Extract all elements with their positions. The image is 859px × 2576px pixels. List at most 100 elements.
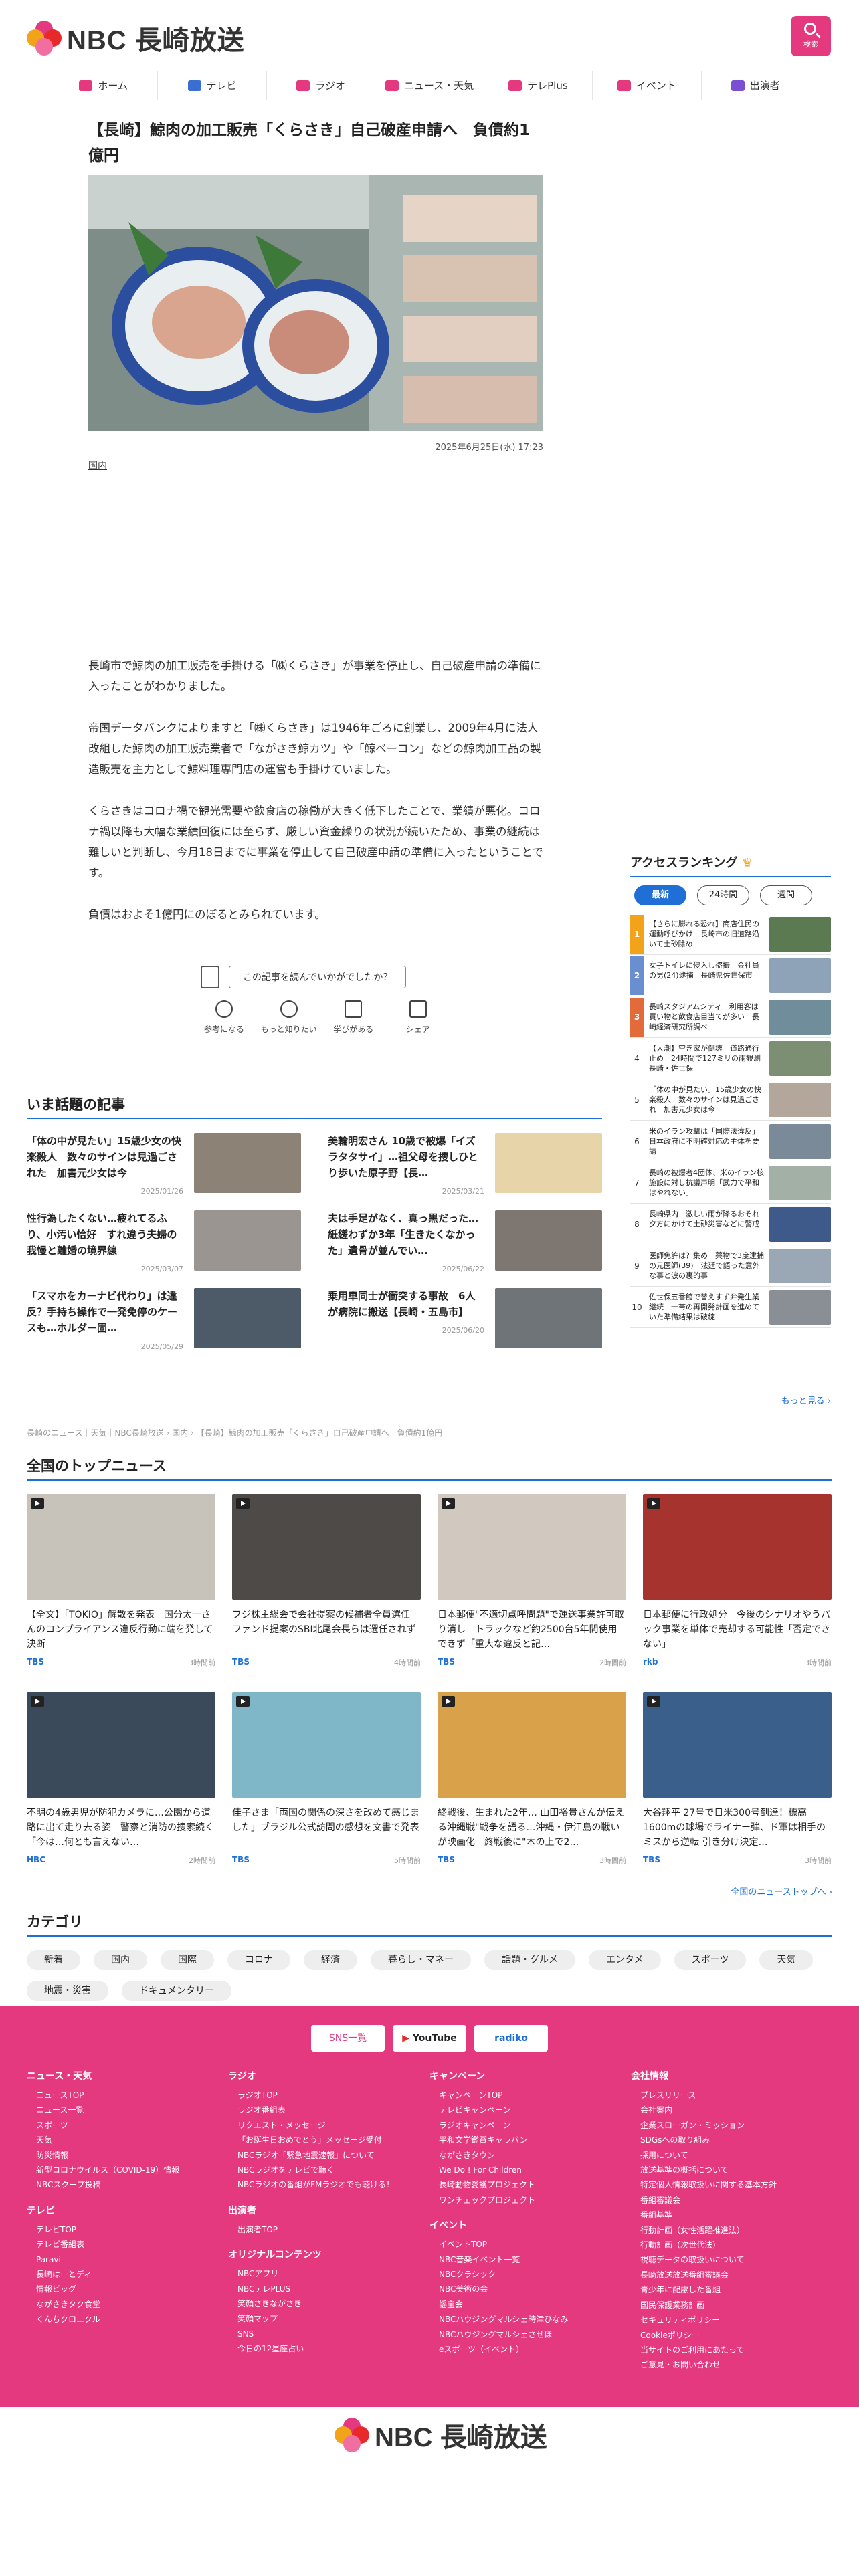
- footer-link[interactable]: 当サイトのご利用にあたって: [631, 2343, 832, 2357]
- footer-link[interactable]: 青少年に配慮した番組: [631, 2282, 832, 2297]
- topnews-card[interactable]: 大谷翔平 27号で日米300号到達！標高1600mの球場でライナー弾、ド軍は相手…: [643, 1692, 832, 1872]
- ranking-item[interactable]: 4 【大潮】空き家が倒壊 道路通行止め 24時間で127ミリの雨観測 長崎・佐世保: [630, 1038, 831, 1079]
- topnews-card[interactable]: 日本郵便に行政処分 今後のシナリオやうパック事業を単体で売却する可能性「否定でき…: [643, 1494, 832, 1675]
- footer-link[interactable]: NBCクラシック: [430, 2267, 631, 2282]
- footer-link[interactable]: 出演者TOP: [228, 2222, 430, 2237]
- share-button[interactable]: シェア: [388, 1000, 448, 1035]
- footer-link[interactable]: プレスリリース: [631, 2088, 832, 2103]
- footer-link[interactable]: 番組基準: [631, 2208, 832, 2222]
- footer-link[interactable]: 番組審議会: [631, 2193, 832, 2208]
- ranking-item[interactable]: 2 女子トイレに侵入し盗撮 会社員の男(24)逮捕 長崎県佐世保市: [630, 955, 831, 996]
- footer-link[interactable]: 今日の12星座占い: [228, 2341, 430, 2356]
- footer-link[interactable]: NBCラジオ「緊急地震速報」について: [228, 2148, 430, 2163]
- footer-link[interactable]: NBCアプリ: [228, 2266, 430, 2281]
- footer-link[interactable]: ラジオキャンペーン: [430, 2118, 631, 2133]
- all-news-link[interactable]: 全国のニューストップへ ›: [27, 1885, 832, 1897]
- footer-link[interactable]: ラジオ番組表: [228, 2103, 430, 2117]
- popular-item[interactable]: 夫は手足がなく、真っ黒だった…紙縒わずか3年「生きたくなかった」遺骨が並んでい……: [328, 1210, 602, 1277]
- category-chip[interactable]: 話題・グルメ: [484, 1950, 575, 1970]
- footer-link[interactable]: 会社案内: [631, 2103, 832, 2117]
- footer-link[interactable]: キャンペーンTOP: [430, 2088, 631, 2103]
- search-button[interactable]: 検索: [791, 16, 831, 56]
- tab-weekly[interactable]: 週間: [760, 885, 812, 905]
- category-chip[interactable]: エンタメ: [589, 1950, 661, 1970]
- footer-link[interactable]: 放送基準の概括について: [631, 2163, 832, 2177]
- footer-link[interactable]: We Do ! For Children: [430, 2163, 631, 2177]
- popular-item[interactable]: 美輪明宏さん 10歳で被爆「イズラタタサイ」…祖父母を捜しひとり歩いた原子野【長…: [328, 1133, 602, 1200]
- footer-link[interactable]: 国民保護業務計画: [631, 2298, 832, 2313]
- footer-link[interactable]: 長崎放送放送番組審議会: [631, 2268, 832, 2282]
- footer-link[interactable]: ながさきタク食堂: [27, 2297, 228, 2312]
- tab-24h[interactable]: 24時間: [697, 885, 749, 905]
- footer-link[interactable]: テレビ番組表: [27, 2237, 228, 2252]
- footer-link[interactable]: NBCハウジングマルシェ時津ひなみ: [430, 2312, 631, 2327]
- nav-teleplus[interactable]: テレPlus: [483, 71, 592, 100]
- footer-link[interactable]: テレビTOP: [27, 2222, 228, 2237]
- category-chip[interactable]: 国際: [161, 1950, 214, 1970]
- radiko-button[interactable]: radiko: [474, 2025, 548, 2052]
- ranking-item[interactable]: 10 佐世保五番館で替えすず弁発生業継続 一帯の再開発計画を進めていた準備結果は破…: [630, 1287, 831, 1328]
- footer-link[interactable]: SNS: [228, 2327, 430, 2341]
- footer-link[interactable]: 企業スローガン・ミッション: [631, 2118, 832, 2133]
- footer-link[interactable]: 笑顔さきながさき: [228, 2296, 430, 2311]
- popular-item[interactable]: 「スマホをカーナビ代わり」は違反？手持ち操作で一発免停のケースも…ホルダー固… 2…: [27, 1288, 301, 1355]
- breadcrumb[interactable]: 長崎のニュース｜天気｜NBC長崎放送 › 国内 › 【長崎】鯨肉の加工販売「くら…: [27, 1427, 442, 1438]
- nav-home[interactable]: ホーム: [50, 71, 157, 100]
- footer-link[interactable]: ご意見・お問い合わせ: [631, 2357, 832, 2372]
- footer-logo[interactable]: NBC 長崎放送: [335, 2416, 547, 2454]
- footer-link[interactable]: 平和文学鑑賞キャラバン: [430, 2133, 631, 2147]
- article-category-link[interactable]: 国内: [88, 459, 107, 472]
- footer-link[interactable]: 新型コロナウイルス（COVID-19）情報: [27, 2163, 228, 2177]
- ranking-item[interactable]: 1 【さらに膨れる恐れ】商店住民の運動呼びかけ 長崎市の旧道路沿いて土砂除め: [630, 914, 831, 955]
- footer-link[interactable]: 「お誕生日おめでとう」メッセージ受付: [228, 2133, 430, 2147]
- footer-link[interactable]: くんちクロニクル: [27, 2312, 228, 2327]
- ranking-item[interactable]: 5 「体の中が見たい」15歳少女の快楽殺人 数々のサインは見過ごされ 加害元少女は…: [630, 1079, 831, 1121]
- footer-link[interactable]: Cookieポリシー: [631, 2328, 832, 2343]
- footer-link[interactable]: NBC美術の会: [430, 2282, 631, 2296]
- ranking-item[interactable]: 6 米のイラン攻撃は「国際法違反」日本政府に不明確対応の主体を要請: [630, 1121, 831, 1162]
- ranking-item[interactable]: 7 長崎の被爆者4団体、米のイラン核施設に対し抗議声明「武力で平和はやれない」: [630, 1162, 831, 1204]
- ranking-more-link[interactable]: もっと見る ›: [630, 1394, 831, 1406]
- topnews-card[interactable]: 日本郵便"不適切点呼問題"で運送事業許可取り消し トラックなど約2500台5年間…: [438, 1494, 626, 1675]
- site-logo[interactable]: NBC 長崎放送: [27, 19, 245, 58]
- topnews-card[interactable]: フジ株主総会で会社提案の候補者全員選任 ファンド提案のSBI北尾会長らは選任され…: [232, 1494, 421, 1675]
- ranking-item[interactable]: 3 長崎スタジアムシティ 利用客は買い物と飲食店目当てが多い 長崎経済研究所調べ: [630, 996, 831, 1038]
- topnews-card[interactable]: 終戦後、生まれた2年… 山田裕貴さんが伝える沖縄戦"戦争を語る…沖縄・伊江島の戦…: [438, 1692, 626, 1872]
- footer-link[interactable]: 笑顔マップ: [228, 2311, 430, 2326]
- footer-link[interactable]: 視聴データの取扱いについて: [631, 2252, 832, 2267]
- footer-link[interactable]: 防災情報: [27, 2148, 228, 2163]
- popular-item[interactable]: 「体の中が見たい」15歳少女の快楽殺人 数々のサインは見過ごされた 加害元少女は…: [27, 1133, 301, 1200]
- nav-news-weather[interactable]: ニュース・天気: [375, 71, 483, 100]
- footer-link[interactable]: 行動計画（次世代法）: [631, 2238, 832, 2252]
- footer-link[interactable]: NBCテレPLUS: [228, 2282, 430, 2296]
- footer-link[interactable]: SDGsへの取り組み: [631, 2133, 832, 2147]
- nav-performers[interactable]: 出演者: [700, 71, 809, 100]
- youtube-button[interactable]: ▶ YouTube: [393, 2025, 466, 2052]
- topnews-card[interactable]: 佳子さま「両国の関係の深さを改めて感じました」ブラジル公式訪問の感想を文書で発表…: [232, 1692, 421, 1872]
- tab-latest[interactable]: 最新: [634, 885, 686, 905]
- category-chip[interactable]: スポーツ: [674, 1950, 747, 1970]
- footer-link[interactable]: 採用について: [631, 2148, 832, 2163]
- footer-link[interactable]: 長崎動物愛護プロジェクト: [430, 2177, 631, 2192]
- category-chip[interactable]: 経済: [304, 1950, 357, 1970]
- footer-link[interactable]: Paravi: [27, 2252, 228, 2267]
- category-chip[interactable]: 暮らし・マネー: [371, 1950, 471, 1970]
- footer-link[interactable]: ながさきタウン: [430, 2148, 631, 2163]
- topnews-card[interactable]: 不明の4歳男児が防犯カメラに…公園から道路に出て走り去る姿 警察と消防の捜索続く…: [27, 1692, 215, 1872]
- footer-link[interactable]: テレビキャンペーン: [430, 2103, 631, 2117]
- category-chip[interactable]: 新着: [27, 1950, 80, 1970]
- footer-link[interactable]: ニュース一覧: [27, 2103, 228, 2117]
- nav-event[interactable]: イベント: [592, 71, 700, 100]
- category-chip[interactable]: ドキュメンタリー: [122, 1981, 231, 2001]
- footer-link[interactable]: NBCラジオをテレビで聴く: [228, 2163, 430, 2177]
- footer-link[interactable]: eスポーツ（イベント）: [430, 2342, 631, 2357]
- footer-link[interactable]: 謡宝会: [430, 2297, 631, 2312]
- nav-radio[interactable]: ラジオ: [266, 71, 375, 100]
- footer-link[interactable]: NBCハウジングマルシェさせほ: [430, 2327, 631, 2342]
- category-chip[interactable]: 国内: [94, 1950, 147, 1970]
- footer-link[interactable]: ラジオTOP: [228, 2088, 430, 2103]
- reaction-helpful-button[interactable]: 参考になる: [194, 1000, 254, 1035]
- footer-link[interactable]: ニュースTOP: [27, 2088, 228, 2103]
- footer-link[interactable]: NBC音楽イベント一覧: [430, 2252, 631, 2267]
- footer-link[interactable]: NBCスクープ投稿: [27, 2177, 228, 2192]
